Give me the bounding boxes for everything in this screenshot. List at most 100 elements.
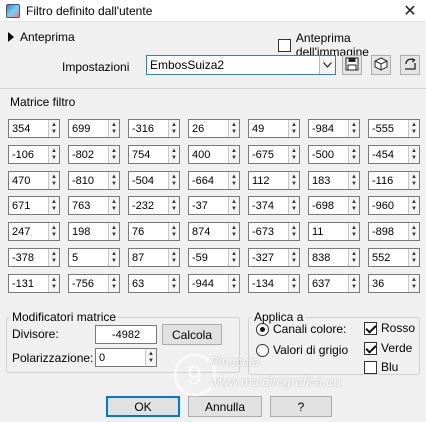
matrix-cell-spinner[interactable]: ▲ ▼	[168, 249, 179, 266]
matrix-cell[interactable]: 552 ▲ ▼	[368, 248, 420, 267]
matrix-cell[interactable]: 470 ▲ ▼	[8, 171, 60, 190]
matrix-cell[interactable]: 637 ▲ ▼	[308, 274, 360, 293]
reset-defaults-button[interactable]	[400, 55, 420, 75]
matrix-cell[interactable]: -327 ▲ ▼	[248, 248, 300, 267]
grey-values-radio[interactable]	[256, 343, 269, 357]
matrix-cell-spinner[interactable]: ▲ ▼	[48, 146, 59, 163]
matrix-cell-spinner[interactable]: ▲ ▼	[348, 172, 359, 189]
matrix-cell-spinner[interactable]: ▲ ▼	[108, 146, 119, 163]
matrix-cell-spinner[interactable]: ▲ ▼	[288, 223, 299, 240]
matrix-cell[interactable]: -960 ▲ ▼	[368, 196, 420, 215]
color-channels-option[interactable]: Canali colore:	[256, 322, 346, 336]
matrix-cell[interactable]: -756 ▲ ▼	[68, 274, 120, 293]
matrix-cell[interactable]: -802 ▲ ▼	[68, 145, 120, 164]
matrix-cell[interactable]: 400 ▲ ▼	[188, 145, 240, 164]
bias-field[interactable]: 0 ▲ ▼	[95, 348, 157, 367]
matrix-cell[interactable]: 671 ▲ ▼	[8, 196, 60, 215]
matrix-cell[interactable]: 354 ▲ ▼	[8, 119, 60, 138]
matrix-cell-spinner[interactable]: ▲ ▼	[228, 197, 239, 214]
matrix-cell[interactable]: 763 ▲ ▼	[68, 196, 120, 215]
matrix-cell-spinner[interactable]: ▲ ▼	[348, 197, 359, 214]
matrix-cell[interactable]: -131 ▲ ▼	[8, 274, 60, 293]
matrix-cell[interactable]: 198 ▲ ▼	[68, 222, 120, 241]
matrix-cell[interactable]: -116 ▲ ▼	[368, 171, 420, 190]
matrix-cell[interactable]: 11 ▲ ▼	[308, 222, 360, 241]
matrix-cell-spinner[interactable]: ▲ ▼	[228, 223, 239, 240]
matrix-cell-spinner[interactable]: ▲ ▼	[408, 197, 419, 214]
matrix-cell[interactable]: -378 ▲ ▼	[8, 248, 60, 267]
matrix-cell[interactable]: -898 ▲ ▼	[368, 222, 420, 241]
matrix-cell-spinner[interactable]: ▲ ▼	[288, 172, 299, 189]
matrix-cell-spinner[interactable]: ▲ ▼	[168, 223, 179, 240]
close-icon[interactable]: ✕	[394, 0, 426, 22]
matrix-cell-spinner[interactable]: ▲ ▼	[228, 120, 239, 137]
matrix-cell[interactable]: -374 ▲ ▼	[248, 196, 300, 215]
help-button[interactable]: ?	[270, 396, 332, 417]
matrix-cell-spinner[interactable]: ▲ ▼	[288, 146, 299, 163]
save-preset-button[interactable]	[342, 55, 362, 75]
matrix-cell[interactable]: -944 ▲ ▼	[188, 274, 240, 293]
matrix-cell[interactable]: -504 ▲ ▼	[128, 171, 180, 190]
bias-spinner[interactable]: ▲ ▼	[145, 349, 156, 366]
matrix-cell-spinner[interactable]: ▲ ▼	[408, 249, 419, 266]
matrix-cell-spinner[interactable]: ▲ ▼	[408, 223, 419, 240]
matrix-cell-spinner[interactable]: ▲ ▼	[408, 146, 419, 163]
matrix-cell[interactable]: 754 ▲ ▼	[128, 145, 180, 164]
matrix-cell-spinner[interactable]: ▲ ▼	[168, 197, 179, 214]
matrix-cell[interactable]: -555 ▲ ▼	[368, 119, 420, 138]
matrix-cell-spinner[interactable]: ▲ ▼	[408, 275, 419, 292]
matrix-cell-spinner[interactable]: ▲ ▼	[108, 249, 119, 266]
red-option[interactable]: Rosso	[364, 321, 415, 335]
matrix-cell[interactable]: -106 ▲ ▼	[8, 145, 60, 164]
matrix-cell-spinner[interactable]: ▲ ▼	[168, 275, 179, 292]
matrix-cell[interactable]: 63 ▲ ▼	[128, 274, 180, 293]
matrix-cell-spinner[interactable]: ▲ ▼	[288, 249, 299, 266]
cancel-button[interactable]: Annulla	[188, 396, 262, 417]
matrix-cell[interactable]: -673 ▲ ▼	[248, 222, 300, 241]
compute-button[interactable]: Calcola	[162, 324, 222, 345]
ok-button[interactable]: OK	[106, 396, 180, 417]
matrix-cell[interactable]: 26 ▲ ▼	[188, 119, 240, 138]
matrix-cell[interactable]: 49 ▲ ▼	[248, 119, 300, 138]
divisor-field[interactable]: -4982	[95, 325, 157, 344]
matrix-cell-spinner[interactable]: ▲ ▼	[108, 120, 119, 137]
blue-option[interactable]: Blu	[364, 360, 398, 374]
matrix-cell[interactable]: 699 ▲ ▼	[68, 119, 120, 138]
green-checkbox[interactable]	[364, 341, 377, 355]
matrix-cell-spinner[interactable]: ▲ ▼	[228, 172, 239, 189]
matrix-cell-spinner[interactable]: ▲ ▼	[348, 223, 359, 240]
matrix-cell[interactable]: 76 ▲ ▼	[128, 222, 180, 241]
matrix-cell[interactable]: -984 ▲ ▼	[308, 119, 360, 138]
matrix-cell[interactable]: 87 ▲ ▼	[128, 248, 180, 267]
blue-checkbox[interactable]	[364, 360, 377, 374]
matrix-cell-spinner[interactable]: ▲ ▼	[348, 249, 359, 266]
matrix-cell[interactable]: 183 ▲ ▼	[308, 171, 360, 190]
matrix-cell[interactable]: -698 ▲ ▼	[308, 196, 360, 215]
matrix-cell[interactable]: -454 ▲ ▼	[368, 145, 420, 164]
preview-toggle[interactable]: Anteprima	[8, 30, 75, 44]
matrix-cell[interactable]: -134 ▲ ▼	[248, 274, 300, 293]
green-option[interactable]: Verde	[364, 341, 412, 355]
matrix-cell[interactable]: -232 ▲ ▼	[128, 196, 180, 215]
matrix-cell-spinner[interactable]: ▲ ▼	[48, 172, 59, 189]
resource-manager-button[interactable]	[371, 55, 391, 75]
preset-dropdown[interactable]: EmbosSuiza2	[146, 55, 336, 75]
matrix-cell[interactable]: -664 ▲ ▼	[188, 171, 240, 190]
matrix-cell[interactable]: -316 ▲ ▼	[128, 119, 180, 138]
matrix-cell[interactable]: -37 ▲ ▼	[188, 196, 240, 215]
matrix-cell[interactable]: 5 ▲ ▼	[68, 248, 120, 267]
matrix-cell-spinner[interactable]: ▲ ▼	[48, 197, 59, 214]
matrix-cell-spinner[interactable]: ▲ ▼	[408, 120, 419, 137]
matrix-cell-spinner[interactable]: ▲ ▼	[168, 120, 179, 137]
matrix-cell[interactable]: 112 ▲ ▼	[248, 171, 300, 190]
matrix-cell[interactable]: 247 ▲ ▼	[8, 222, 60, 241]
matrix-cell-spinner[interactable]: ▲ ▼	[228, 275, 239, 292]
matrix-cell-spinner[interactable]: ▲ ▼	[108, 197, 119, 214]
matrix-cell-spinner[interactable]: ▲ ▼	[288, 275, 299, 292]
matrix-cell[interactable]: -500 ▲ ▼	[308, 145, 360, 164]
matrix-cell-spinner[interactable]: ▲ ▼	[108, 275, 119, 292]
matrix-cell-spinner[interactable]: ▲ ▼	[48, 223, 59, 240]
matrix-cell[interactable]: -59 ▲ ▼	[188, 248, 240, 267]
matrix-cell[interactable]: 838 ▲ ▼	[308, 248, 360, 267]
red-checkbox[interactable]	[364, 321, 377, 335]
